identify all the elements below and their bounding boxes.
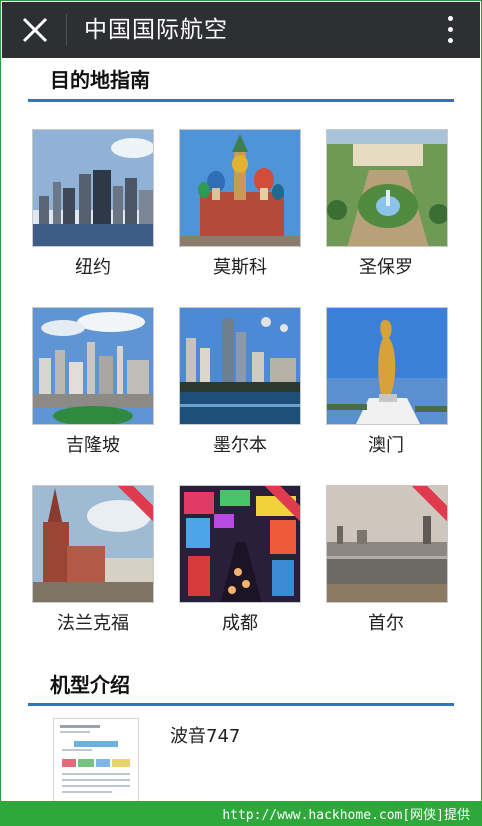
destinations-heading: 目的地指南 [50, 68, 150, 92]
destination-image-macau[interactable] [326, 307, 448, 425]
destination-image-sao-paulo[interactable] [326, 129, 448, 247]
page-title: 中国国际航空 [84, 17, 228, 43]
more-menu-icon[interactable] [447, 16, 455, 44]
destination-image-new-york[interactable] [32, 129, 154, 247]
destination-image-frankfurt[interactable] [32, 485, 154, 603]
aircraft-name[interactable]: 波音747 [170, 722, 240, 748]
destination-label[interactable]: 澳门 [316, 431, 456, 457]
destination-image-chengdu[interactable] [179, 485, 301, 603]
destination-image-moscow[interactable] [179, 129, 301, 247]
destination-label[interactable]: 吉隆坡 [23, 431, 163, 457]
aircraft-heading: 机型介绍 [50, 673, 130, 697]
footer-bar: http://www.hackhome.com[网侠]提供 [0, 801, 482, 826]
destination-image-seoul[interactable] [326, 485, 448, 603]
destinations-rule [28, 99, 454, 102]
aircraft-rule [28, 703, 454, 706]
footer-credit[interactable]: http://www.hackhome.com[网侠]提供 [222, 804, 470, 823]
top-bar: 中国国际航空 [2, 2, 480, 58]
destination-label[interactable]: 圣保罗 [316, 253, 456, 279]
destination-label[interactable]: 法兰克福 [23, 609, 163, 635]
destination-label[interactable]: 纽约 [23, 253, 163, 279]
destination-label[interactable]: 墨尔本 [170, 431, 310, 457]
topbar-divider [66, 14, 67, 46]
destination-label[interactable]: 成都 [170, 609, 310, 635]
close-icon[interactable] [20, 15, 50, 45]
destination-image-melbourne[interactable] [179, 307, 301, 425]
destination-label[interactable]: 莫斯科 [170, 253, 310, 279]
aircraft-seatmap-image[interactable] [53, 718, 139, 804]
destination-label[interactable]: 首尔 [316, 609, 456, 635]
destination-image-kuala-lumpur[interactable] [32, 307, 154, 425]
